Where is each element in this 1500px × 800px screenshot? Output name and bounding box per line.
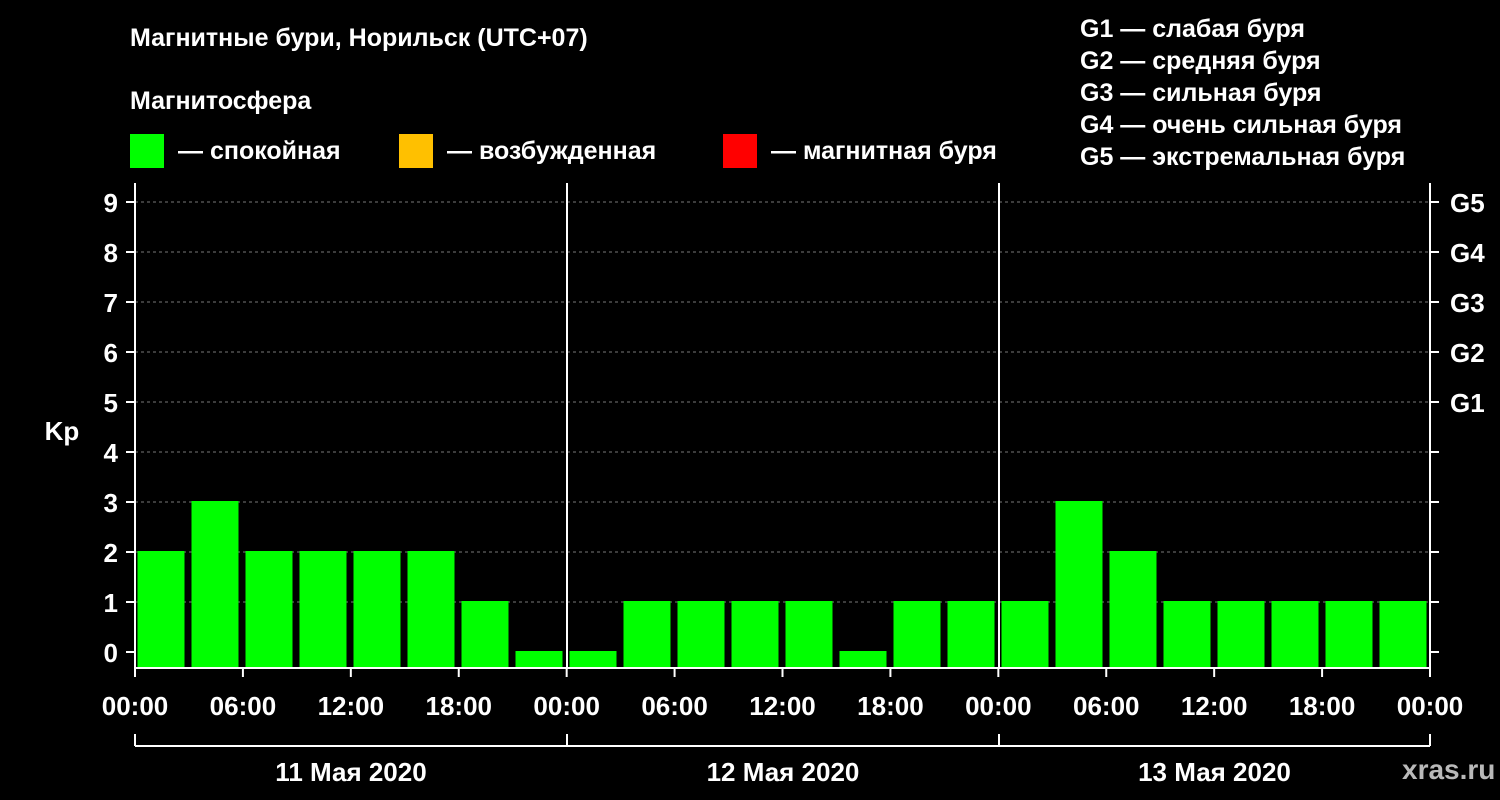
kp-bar <box>569 651 617 668</box>
kp-bar <box>191 501 239 668</box>
y-tick-label: 8 <box>104 238 118 268</box>
y-tick-label: 5 <box>104 388 118 418</box>
g-tick-label: G1 <box>1450 388 1485 418</box>
kp-bar <box>839 651 887 668</box>
watermark: xras.ru <box>1402 754 1496 785</box>
kp-bar <box>1163 601 1211 668</box>
kp-bar <box>893 601 941 668</box>
x-tick-label: 18:00 <box>1289 691 1356 721</box>
date-label: 11 Мая 2020 <box>275 757 426 787</box>
kp-bar <box>785 601 833 668</box>
g-tick-label: G3 <box>1450 288 1485 318</box>
x-tick-label: 18:00 <box>857 691 924 721</box>
y-tick-label: 1 <box>104 588 118 618</box>
g-tick-label: G2 <box>1450 338 1485 368</box>
x-tick-label: 06:00 <box>641 691 708 721</box>
kp-bar <box>731 601 779 668</box>
x-tick-label: 00:00 <box>1397 691 1464 721</box>
y-tick-label: 6 <box>104 338 118 368</box>
y-tick-label: 2 <box>104 538 118 568</box>
g-tick-label: G5 <box>1450 188 1485 218</box>
kp-bar <box>299 551 347 668</box>
kp-bar <box>1271 601 1319 668</box>
y-axis-label: Kp <box>45 416 80 446</box>
kp-bar <box>245 551 293 668</box>
x-tick-label: 00:00 <box>965 691 1032 721</box>
kp-bar <box>515 651 563 668</box>
g-tick-label: G4 <box>1450 238 1485 268</box>
kp-bar <box>407 551 455 668</box>
kp-bar <box>461 601 509 668</box>
x-tick-label: 06:00 <box>1073 691 1140 721</box>
x-tick-label: 00:00 <box>533 691 600 721</box>
kp-bar <box>1055 501 1103 668</box>
kp-bar <box>947 601 995 668</box>
kp-bar <box>1379 601 1427 668</box>
x-tick-label: 12:00 <box>1181 691 1248 721</box>
kp-bar <box>1325 601 1373 668</box>
y-tick-label: 4 <box>104 438 119 468</box>
kp-bar <box>623 601 671 668</box>
kp-bar <box>1001 601 1049 668</box>
date-label: 12 Мая 2020 <box>707 757 860 787</box>
y-tick-label: 7 <box>104 288 118 318</box>
x-tick-label: 00:00 <box>102 691 169 721</box>
x-tick-label: 18:00 <box>426 691 493 721</box>
kp-bar <box>1109 551 1157 668</box>
y-tick-label: 3 <box>104 488 118 518</box>
x-tick-label: 12:00 <box>749 691 816 721</box>
date-label: 13 Мая 2020 <box>1138 757 1291 787</box>
kp-bar <box>1217 601 1265 668</box>
kp-bar <box>353 551 401 668</box>
kp-bar <box>677 601 725 668</box>
kp-bar-chart: 0 1 2 3 4 5 6 7 8 9 G1 G2 G3 G4 G5 Kp 00:00 06:00 12:00 18:… <box>45 183 1485 787</box>
y-tick-label: 9 <box>104 188 118 218</box>
y-tick-label: 0 <box>104 638 118 668</box>
x-tick-label: 06:00 <box>210 691 277 721</box>
kp-bar <box>137 551 185 668</box>
x-tick-label: 12:00 <box>318 691 385 721</box>
